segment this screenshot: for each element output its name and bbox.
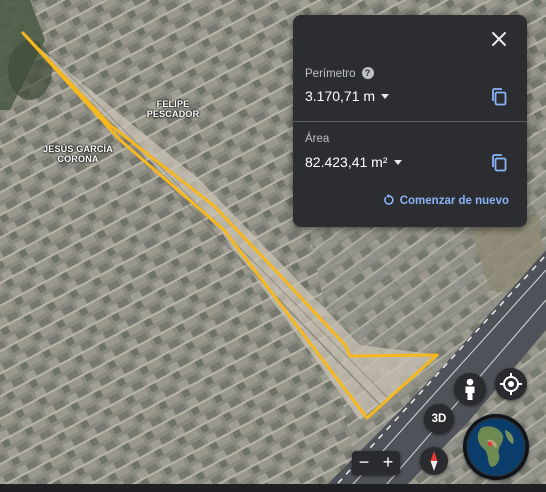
compass-button[interactable] [420, 447, 448, 475]
crosshair-icon [500, 373, 522, 395]
map-label-jesus-garcia-corona: JESÚS GARCÍA CORONA [43, 144, 113, 164]
perimeter-value: 3.170,71 m [305, 88, 376, 104]
globe-view-button[interactable] [463, 414, 529, 480]
zoom-control: − + [352, 451, 400, 475]
perimeter-label-row: Perímetro? [305, 67, 374, 80]
caret-down-icon [393, 160, 402, 165]
perimeter-label: Perímetro [305, 68, 356, 80]
area-value: 82.423,41 m² [305, 154, 388, 170]
close-icon[interactable] [489, 29, 509, 49]
map-label-felipe-pescador: FELIPE PESCADOR [146, 99, 200, 119]
area-label: Área [305, 133, 330, 145]
help-icon[interactable]: ? [361, 67, 374, 79]
globe-icon [466, 417, 526, 477]
restart-icon [383, 194, 394, 205]
zoom-out-button[interactable]: − [352, 451, 376, 475]
pegman-button[interactable] [454, 373, 486, 405]
copy-perimeter-icon[interactable] [491, 88, 507, 106]
caret-down-icon [381, 94, 390, 99]
3d-toggle-button[interactable]: 3D [424, 404, 454, 434]
person-icon [465, 378, 475, 400]
copy-area-icon[interactable] [491, 154, 507, 172]
restart-button[interactable]: Comenzar de nuevo [383, 194, 509, 207]
measure-panel: Perímetro? 3.170,71 m Área 82.423,41 m² … [293, 15, 527, 227]
my-location-button[interactable] [495, 368, 527, 400]
area-value-dropdown[interactable]: 82.423,41 m² [305, 154, 402, 170]
restart-label: Comenzar de nuevo [399, 195, 509, 207]
zoom-in-button[interactable]: + [376, 451, 400, 475]
perimeter-value-dropdown[interactable]: 3.170,71 m [305, 88, 390, 104]
panel-divider [293, 121, 527, 122]
compass-icon [430, 451, 438, 471]
